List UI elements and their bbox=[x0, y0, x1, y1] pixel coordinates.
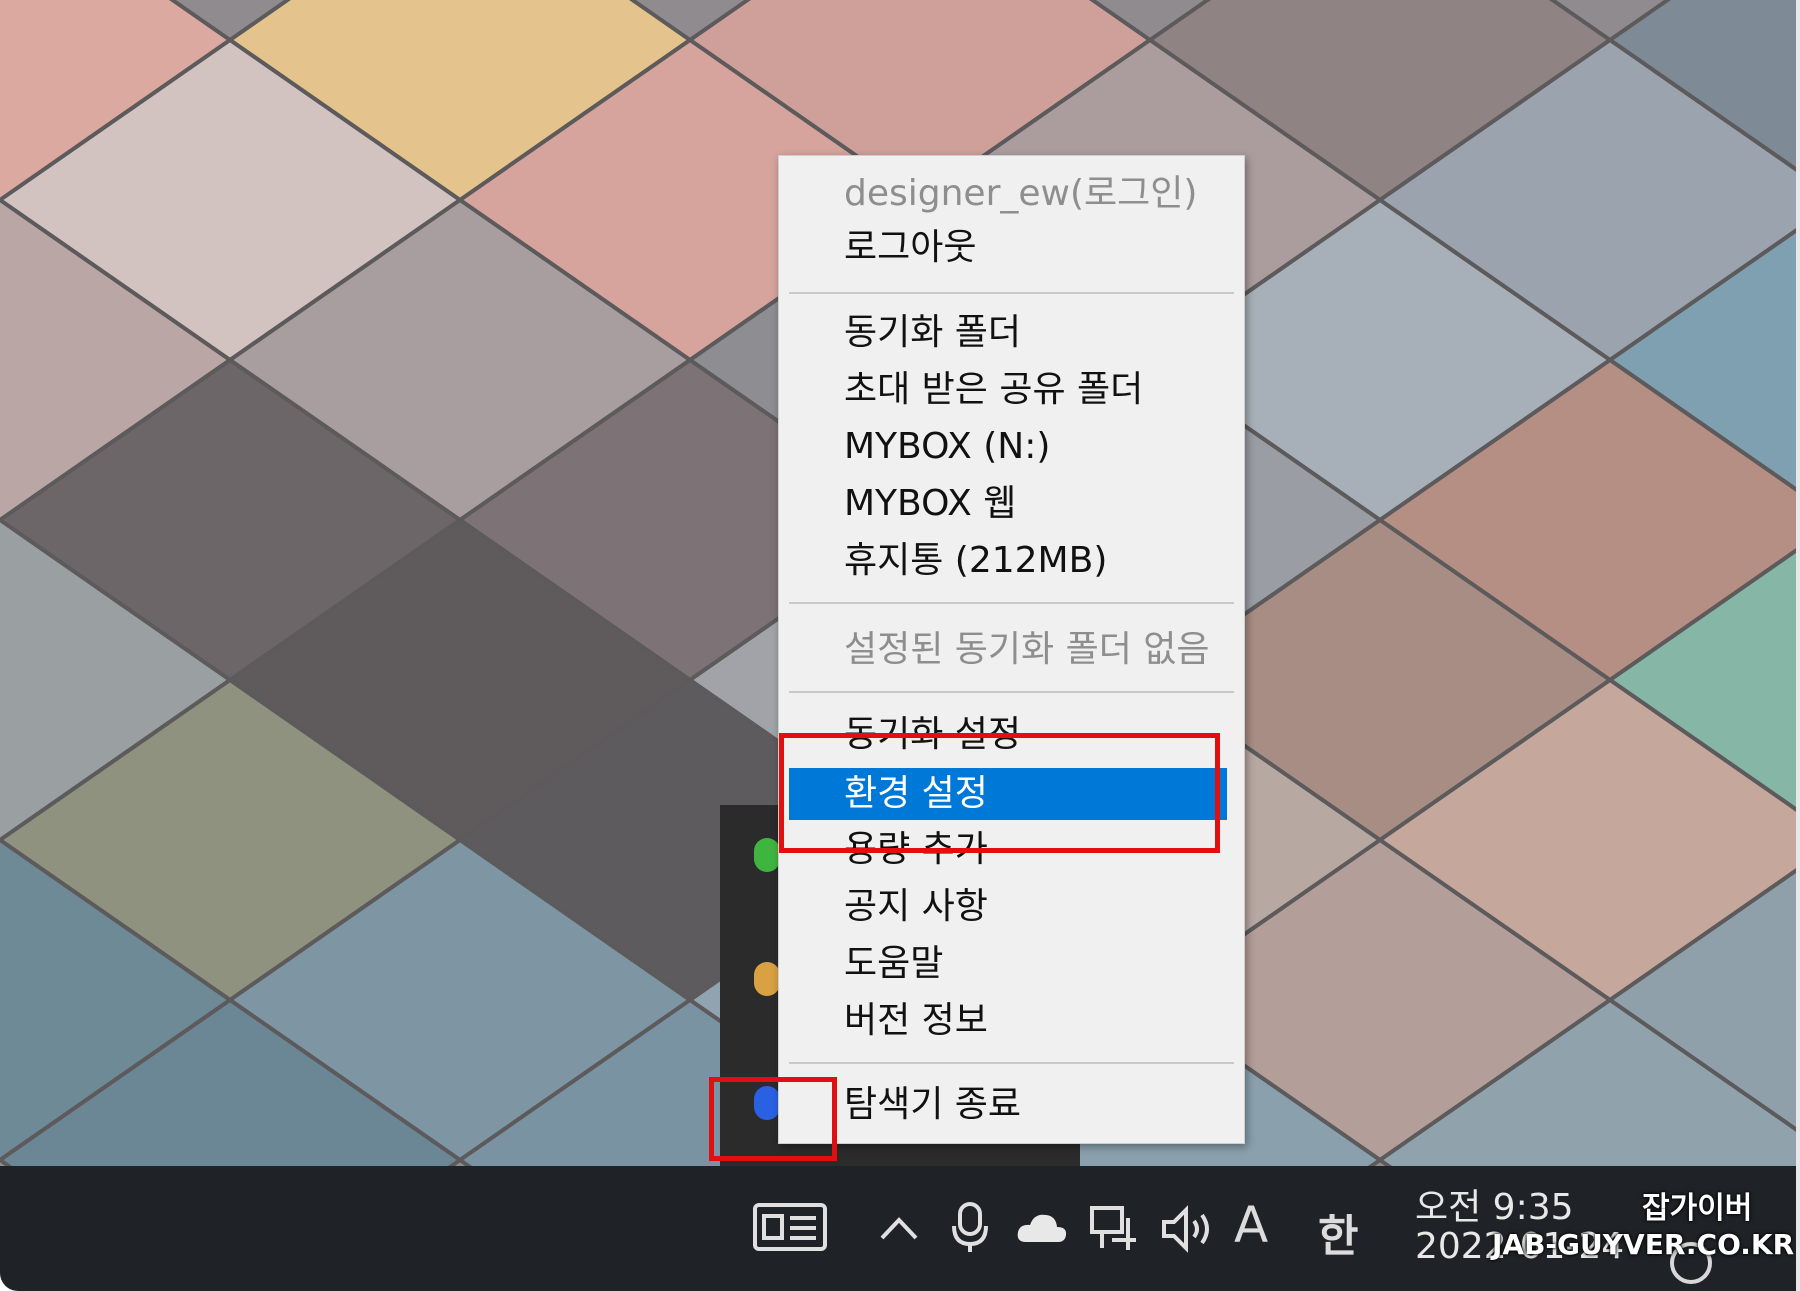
watermark-url: JAB-GUYVER.CO.KR bbox=[1492, 1228, 1795, 1261]
menu-item-help[interactable]: 도움말 bbox=[844, 940, 943, 988]
menu-account-label: designer_ew(로그인) bbox=[844, 173, 1198, 214]
volume-icon[interactable] bbox=[1160, 1204, 1216, 1254]
menu-item-mybox-web[interactable]: MYBOX 웹 bbox=[844, 480, 1016, 528]
desktop-screen: designer_ew(로그인) 로그아웃 동기화 폴더 초대 받은 공유 폴더… bbox=[0, 0, 1796, 1291]
taskbar-clock-time[interactable]: 오전 9:35 bbox=[1415, 1178, 1574, 1230]
news-widget-icon[interactable] bbox=[752, 1202, 828, 1252]
chevron-up-icon[interactable] bbox=[878, 1214, 920, 1242]
menu-item-sync-folder[interactable]: 동기화 폴더 bbox=[844, 309, 1021, 357]
input-mode-indicator[interactable]: A bbox=[1234, 1196, 1268, 1254]
menu-separator bbox=[789, 691, 1234, 693]
menu-no-sync-folder-label: 설정된 동기화 폴더 없음 bbox=[844, 629, 1210, 670]
menu-separator bbox=[789, 602, 1234, 604]
highlight-annotation-box bbox=[779, 733, 1220, 853]
onedrive-cloud-icon[interactable] bbox=[1016, 1210, 1068, 1244]
watermark-title: 잡가이버 bbox=[1642, 1191, 1753, 1226]
tray-app-v-icon[interactable] bbox=[754, 838, 780, 872]
menu-separator bbox=[789, 1062, 1234, 1064]
screen-edge bbox=[1796, 0, 1800, 1291]
menu-item-logout[interactable]: 로그아웃 bbox=[844, 224, 976, 272]
menu-item-shared-folder[interactable]: 초대 받은 공유 폴더 bbox=[844, 366, 1143, 414]
menu-item-exit-explorer[interactable]: 탐색기 종료 bbox=[844, 1081, 1021, 1129]
tray-icon-annotation-box bbox=[709, 1077, 837, 1161]
menu-separator bbox=[789, 292, 1234, 294]
mybox-context-menu: designer_ew(로그인) 로그아웃 동기화 폴더 초대 받은 공유 폴더… bbox=[778, 155, 1245, 1144]
menu-item-trash[interactable]: 휴지통 (212MB) bbox=[844, 537, 1107, 585]
network-icon[interactable] bbox=[1088, 1204, 1140, 1254]
ime-language-indicator[interactable]: 한 bbox=[1318, 1200, 1358, 1264]
tray-globe-icon[interactable] bbox=[754, 962, 780, 996]
menu-item-version-info[interactable]: 버전 정보 bbox=[844, 997, 988, 1045]
menu-item-notices[interactable]: 공지 사항 bbox=[844, 883, 988, 931]
meet-now-icon[interactable] bbox=[950, 1200, 990, 1254]
menu-item-mybox-drive[interactable]: MYBOX (N:) bbox=[844, 423, 1050, 471]
